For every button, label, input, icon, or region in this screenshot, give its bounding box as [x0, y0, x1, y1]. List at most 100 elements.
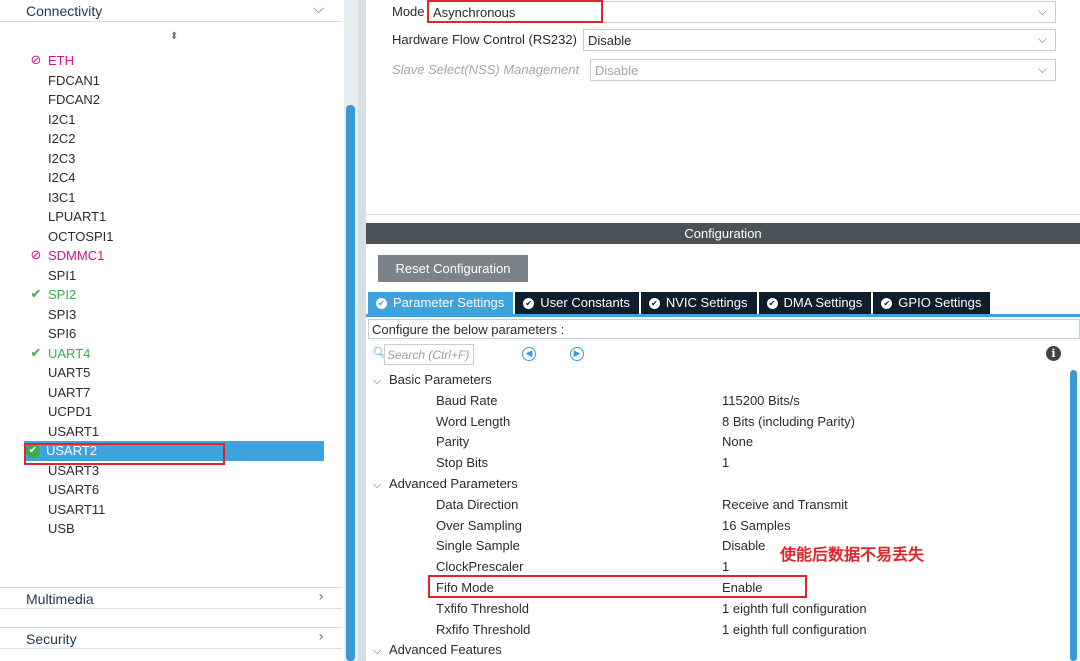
- param-value[interactable]: 8 Bits (including Parity): [722, 412, 855, 433]
- param-name: Data Direction: [436, 496, 519, 512]
- param-row-data-direction[interactable]: Data Direction Receive and Transmit: [366, 495, 1066, 516]
- peripheral-item-fdcan1[interactable]: FDCAN1: [26, 71, 326, 91]
- peripheral-label: I2C3: [48, 150, 76, 166]
- param-group-advanced-features[interactable]: ⌵ Advanced Features: [366, 640, 1066, 661]
- param-row-word-length[interactable]: Word Length 8 Bits (including Parity): [366, 412, 1066, 433]
- category-label: Security: [26, 631, 77, 647]
- param-row-stop-bits[interactable]: Stop Bits 1: [366, 453, 1066, 474]
- category-connectivity[interactable]: Connectivity ⌵: [0, 0, 342, 22]
- mode-select[interactable]: Asynchronous ⌵: [428, 1, 1056, 23]
- peripheral-label: USART6: [48, 482, 100, 497]
- peripheral-label: SPI3: [48, 306, 77, 322]
- param-row-clockprescaler[interactable]: ClockPrescaler 1: [366, 557, 1066, 578]
- category-security[interactable]: Security ›: [0, 627, 342, 649]
- param-value[interactable]: Disable: [722, 536, 765, 557]
- param-name: Txfifo Threshold: [436, 600, 529, 616]
- search-bar: 🔍︎ ◀ ▶ i: [372, 344, 1072, 366]
- peripheral-item-i2c3[interactable]: I2C3: [26, 149, 326, 169]
- param-value[interactable]: 1 eighth full configuration: [722, 620, 867, 641]
- param-value[interactable]: 1: [722, 453, 729, 474]
- peripheral-label: LPUART1: [48, 209, 107, 224]
- chevron-right-icon: ›: [318, 589, 324, 605]
- search-previous-button[interactable]: ◀: [522, 347, 536, 361]
- param-value[interactable]: None: [722, 432, 753, 453]
- param-value[interactable]: 1: [722, 557, 729, 578]
- param-name: Rxfifo Threshold: [436, 621, 531, 637]
- tab-label: GPIO Settings: [898, 295, 982, 310]
- check-circle-icon: ✔: [648, 297, 660, 309]
- scrollbar-thumb[interactable]: [1070, 370, 1077, 661]
- param-value[interactable]: 16 Samples: [722, 516, 791, 537]
- nss-select: Disable ⌵: [590, 59, 1056, 81]
- chevron-right-icon: ›: [318, 629, 324, 645]
- peripheral-item-usart2[interactable]: ✔ USART2: [24, 441, 324, 461]
- param-row-over-sampling[interactable]: Over Sampling 16 Samples: [366, 516, 1066, 537]
- peripheral-item-usart6[interactable]: USART6: [26, 480, 326, 500]
- param-value[interactable]: Receive and Transmit: [722, 495, 848, 516]
- peripheral-item-i3c1[interactable]: I3C1: [26, 188, 326, 208]
- peripheral-item-spi3[interactable]: SPI3: [26, 305, 326, 325]
- peripheral-item-uart4[interactable]: ✔ UART4: [26, 344, 326, 364]
- param-group-basic-parameters[interactable]: ⌵ Basic Parameters: [366, 370, 1066, 391]
- peripheral-label: USB: [48, 521, 75, 536]
- category-multimedia[interactable]: Multimedia ›: [0, 587, 342, 609]
- tab-gpio-settings[interactable]: ✔ GPIO Settings: [873, 292, 993, 314]
- parameter-scrollbar[interactable]: [1070, 370, 1078, 661]
- peripheral-item-lpuart1[interactable]: LPUART1: [26, 207, 326, 227]
- info-icon[interactable]: i: [1046, 346, 1061, 361]
- tab-user-constants[interactable]: ✔ User Constants: [515, 292, 641, 314]
- group-label: Advanced Features: [389, 642, 502, 658]
- peripheral-item-usb[interactable]: USB: [26, 519, 326, 539]
- nss-label: Slave Select(NSS) Management: [392, 62, 580, 77]
- flow-control-select[interactable]: Disable ⌵: [583, 29, 1056, 51]
- search-next-button[interactable]: ▶: [570, 347, 584, 361]
- param-row-txfifo-threshold[interactable]: Txfifo Threshold 1 eighth full configurat…: [366, 599, 1066, 620]
- peripheral-label: UART4: [48, 345, 91, 361]
- tab-dma-settings[interactable]: ✔ DMA Settings: [758, 292, 874, 314]
- sort-arrows-icon[interactable]: ⬍: [170, 31, 178, 42]
- param-row-parity[interactable]: Parity None: [366, 432, 1066, 453]
- peripheral-item-fdcan2[interactable]: FDCAN2: [26, 90, 326, 110]
- param-group-advanced-parameters[interactable]: ⌵ Advanced Parameters: [366, 474, 1066, 495]
- param-value[interactable]: 115200 Bits/s: [722, 391, 800, 412]
- peripheral-item-octospi1[interactable]: OCTOSPI1: [26, 227, 326, 247]
- param-value[interactable]: 1 eighth full configuration: [722, 599, 867, 620]
- peripheral-item-spi1[interactable]: SPI1: [26, 266, 326, 286]
- peripheral-item-eth[interactable]: ⊘ ETH: [26, 51, 326, 71]
- param-row-single-sample[interactable]: Single Sample Disable: [366, 536, 1066, 557]
- peripheral-item-ucpd1[interactable]: UCPD1: [26, 402, 326, 422]
- peripheral-item-uart5[interactable]: UART5: [26, 363, 326, 383]
- mode-panel: Mode Asynchronous ⌵ Hardware Flow Control…: [366, 0, 1080, 215]
- tab-nvic-settings[interactable]: ✔ NVIC Settings: [640, 292, 759, 314]
- peripheral-item-i2c1[interactable]: I2C1: [26, 110, 326, 130]
- mode-select-value: Asynchronous: [433, 5, 516, 20]
- peripheral-item-i2c2[interactable]: I2C2: [26, 129, 326, 149]
- param-row-baud-rate[interactable]: Baud Rate 115200 Bits/s: [366, 391, 1066, 412]
- peripheral-item-usart1[interactable]: USART1: [26, 422, 326, 442]
- peripheral-item-usart3[interactable]: USART3: [26, 461, 326, 481]
- peripheral-item-uart7[interactable]: UART7: [26, 383, 326, 403]
- peripheral-item-sdmmc1[interactable]: ⊘ SDMMC1: [26, 246, 326, 266]
- param-row-fifo-mode[interactable]: Fifo Mode Enable: [366, 578, 1066, 599]
- check-circle-icon: ✔: [376, 297, 387, 309]
- peripheral-item-spi2[interactable]: ✔ SPI2: [26, 285, 326, 305]
- tab-parameter-settings[interactable]: ✔ Parameter Settings: [368, 292, 516, 314]
- peripheral-item-i2c4[interactable]: I2C4: [26, 168, 326, 188]
- disabled-icon: ⊘: [30, 53, 42, 68]
- search-input[interactable]: [384, 344, 474, 365]
- group-label: Advanced Parameters: [389, 475, 518, 491]
- param-row-rxfifo-threshold[interactable]: Rxfifo Threshold 1 eighth full configurat…: [366, 620, 1066, 641]
- chevron-down-icon: ⌵: [373, 477, 382, 491]
- chevron-down-icon: ⌵: [373, 644, 382, 658]
- param-name: Word Length: [436, 413, 511, 429]
- scrollbar-thumb[interactable]: [346, 105, 355, 661]
- param-name: Parity: [436, 434, 470, 450]
- reset-configuration-button[interactable]: Reset Configuration: [378, 255, 528, 282]
- peripheral-label: OCTOSPI1: [48, 228, 114, 244]
- tab-underline: [366, 314, 1080, 317]
- peripheral-item-usart11[interactable]: USART11: [26, 500, 326, 520]
- param-value[interactable]: Enable: [722, 578, 762, 599]
- peripheral-item-spi6[interactable]: SPI6: [26, 324, 326, 344]
- panel-divider[interactable]: [358, 0, 366, 661]
- peripheral-scrollbar[interactable]: [344, 0, 358, 661]
